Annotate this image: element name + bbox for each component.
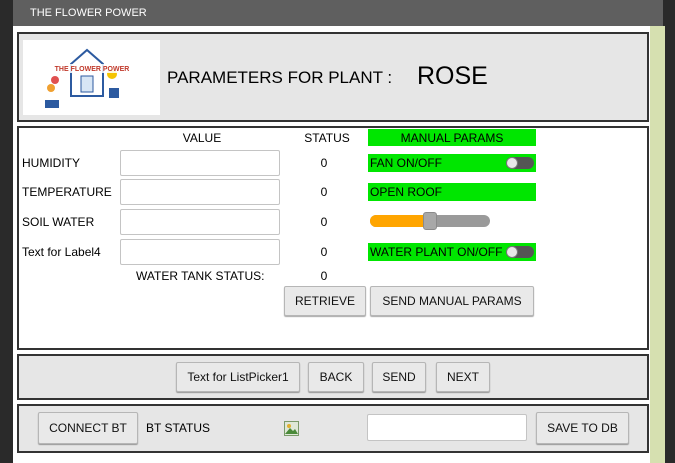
open-roof-button[interactable]: OPEN ROOF — [368, 183, 536, 201]
retrieve-button[interactable]: RETRIEVE — [284, 286, 366, 316]
connect-bt-button[interactable]: CONNECT BT — [38, 412, 138, 444]
water-tank-status: 0 — [320, 269, 328, 283]
flower-power-logo: THE FLOWER POWER — [45, 48, 135, 108]
save-to-db-button[interactable]: SAVE TO DB — [536, 412, 629, 444]
navigation-panel: Text for ListPicker1 BACK SEND NEXT — [17, 354, 649, 400]
column-header-manual-params: MANUAL PARAMS — [368, 129, 536, 146]
water-plant-toggle-row[interactable]: WATER PLANT ON/OFF — [368, 243, 536, 261]
image-placeholder-icon — [284, 421, 299, 436]
fan-label: FAN ON/OFF — [370, 156, 442, 170]
column-header-value: VALUE — [182, 131, 222, 145]
row-label-humidity: HUMIDITY — [22, 156, 80, 170]
open-roof-label: OPEN ROOF — [370, 185, 443, 199]
row-label-soil-water: SOIL WATER — [22, 215, 95, 229]
soil-water-status: 0 — [320, 215, 328, 229]
next-button[interactable]: NEXT — [436, 362, 490, 392]
plant-name: ROSE — [417, 62, 488, 90]
slider-thumb[interactable] — [423, 212, 437, 230]
water-plant-switch-knob — [506, 246, 518, 258]
bt-status-label: BT STATUS — [146, 421, 211, 435]
listpicker-button[interactable]: Text for ListPicker1 — [176, 362, 300, 392]
header-panel: THE FLOWER POWER PARAMETERS FOR PLANT : … — [17, 32, 649, 122]
water-plant-label: WATER PLANT ON/OFF — [370, 245, 503, 259]
bluetooth-panel: CONNECT BT BT STATUS SAVE TO DB — [17, 404, 649, 453]
row-label-temperature: TEMPERATURE — [22, 185, 112, 199]
row-label-4: Text for Label4 — [22, 245, 101, 259]
right-edge-strip — [650, 26, 665, 463]
fan-toggle-row[interactable]: FAN ON/OFF — [368, 154, 536, 172]
logo-box: THE FLOWER POWER — [23, 40, 160, 115]
window-title: THE FLOWER POWER — [30, 7, 147, 19]
logo-text: THE FLOWER POWER — [55, 66, 130, 73]
temperature-value-input[interactable] — [120, 179, 280, 205]
fan-switch-knob — [506, 157, 518, 169]
params-panel: VALUE STATUS MANUAL PARAMS HUMIDITY 0 FA… — [17, 126, 649, 350]
label4-value-input[interactable] — [120, 239, 280, 265]
slider-fill — [370, 215, 430, 227]
db-text-input[interactable] — [367, 414, 527, 441]
send-button[interactable]: SEND — [372, 362, 426, 392]
back-button[interactable]: BACK — [308, 362, 364, 392]
send-manual-params-button[interactable]: SEND MANUAL PARAMS — [370, 286, 534, 316]
params-label: PARAMETERS FOR PLANT : — [167, 68, 393, 87]
fan-switch[interactable] — [506, 157, 534, 169]
soil-water-value-input[interactable] — [120, 209, 280, 235]
water-tank-label: WATER TANK STATUS: — [136, 269, 265, 283]
roof-slider[interactable] — [370, 212, 490, 230]
humidity-value-input[interactable] — [120, 150, 280, 176]
humidity-status: 0 — [320, 156, 328, 170]
temperature-status: 0 — [320, 185, 328, 199]
label4-status: 0 — [320, 245, 328, 259]
window-title-bar: THE FLOWER POWER — [13, 0, 663, 26]
column-header-status: STATUS — [304, 131, 350, 145]
water-plant-switch[interactable] — [506, 246, 534, 258]
